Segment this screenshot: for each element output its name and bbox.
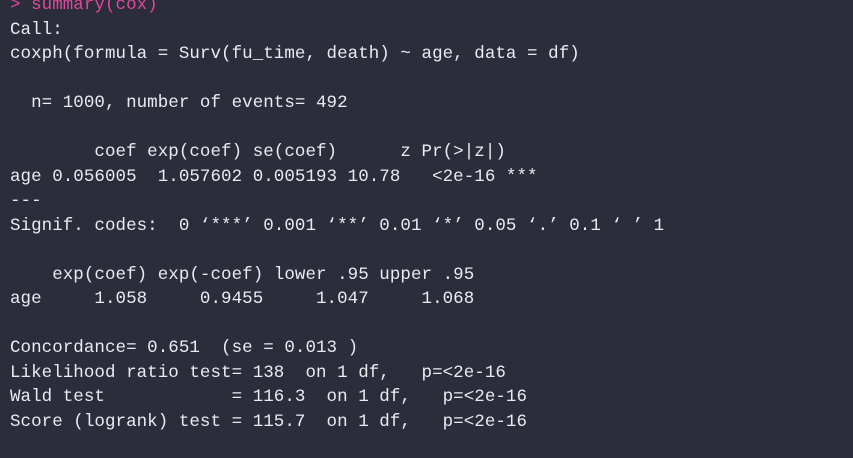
console-output-line: Signif. codes: 0 ‘***’ 0.001 ‘**’ 0.01 ‘…: [10, 215, 665, 236]
console-output-line: n= 1000, number of events= 492: [10, 93, 348, 113]
console-output-line: age 0.056005 1.057602 0.005193 10.78 <2e…: [10, 166, 538, 187]
console-output-line: coef exp(coef) se(coef) z Pr(>|z|): [10, 142, 506, 162]
console-output-line: [10, 312, 853, 337]
console-command-line: > summary(cox): [10, 0, 158, 15]
console-output-line: ---: [10, 191, 42, 211]
console-output-line: [10, 238, 853, 263]
r-console[interactable]: > summary(cox) Call: coxph(formula = Sur…: [0, 0, 853, 458]
console-output-line: age 1.058 0.9455 1.047 1.068: [10, 289, 475, 309]
console-output-line: exp(coef) exp(-coef) lower .95 upper .95: [10, 264, 475, 285]
console-output-line: coxph(formula = Surv(fu_time, death) ~ a…: [10, 44, 580, 64]
console-output-line: [10, 116, 853, 141]
console-output-line: Concordance= 0.651 (se = 0.013 ): [10, 338, 359, 358]
console-output-line: Likelihood ratio test= 138 on 1 df, p=<2…: [10, 362, 506, 383]
console-output-line: Score (logrank) test = 115.7 on 1 df, p=…: [10, 411, 528, 432]
console-output-line: Call:: [10, 19, 63, 40]
console-output-line: [10, 67, 853, 92]
console-output-line: Wald test = 116.3 on 1 df, p=<2e-16: [10, 387, 528, 407]
